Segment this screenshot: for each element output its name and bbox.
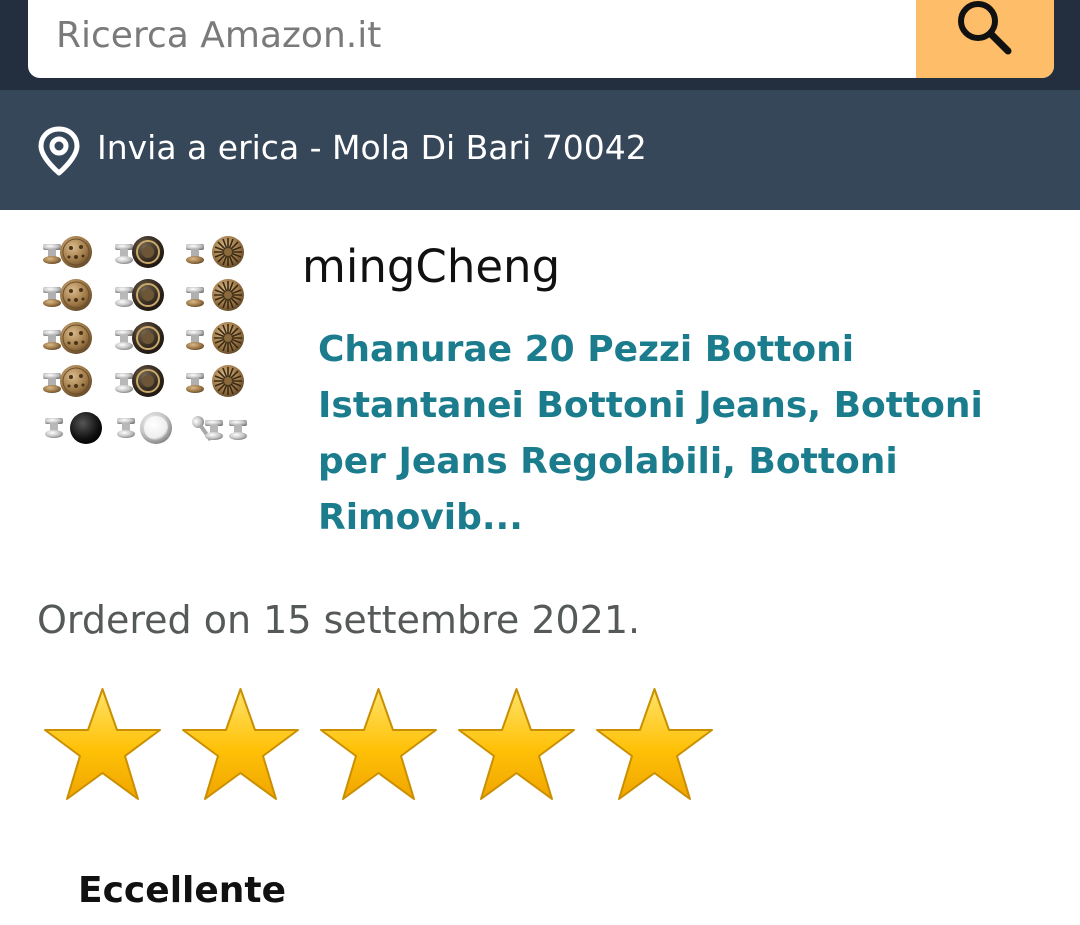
search-button[interactable] <box>916 0 1054 78</box>
search-input[interactable] <box>28 0 916 78</box>
seller-name: mingCheng <box>302 240 561 293</box>
order-date: Ordered on 15 settembre 2021. <box>37 598 641 642</box>
star-4-icon[interactable] <box>454 685 579 810</box>
star-rating <box>40 685 730 815</box>
star-3-icon[interactable] <box>316 685 441 810</box>
search-box <box>28 0 1054 78</box>
search-icon <box>958 1 1012 55</box>
delivery-location-bar[interactable]: Invia a erica - Mola Di Bari 70042 <box>0 90 1080 210</box>
search-header <box>0 0 1080 90</box>
product-title-link[interactable]: Chanurae 20 Pezzi Bottoni Istantanei Bot… <box>318 322 1018 546</box>
star-1-icon[interactable] <box>40 685 165 810</box>
rating-label: Eccellente <box>78 870 287 911</box>
delivery-address-text: Invia a erica - Mola Di Bari 70042 <box>97 128 647 167</box>
location-pin-icon <box>38 126 80 176</box>
star-5-icon[interactable] <box>592 685 717 810</box>
star-2-icon[interactable] <box>178 685 303 810</box>
product-image[interactable] <box>38 232 256 450</box>
